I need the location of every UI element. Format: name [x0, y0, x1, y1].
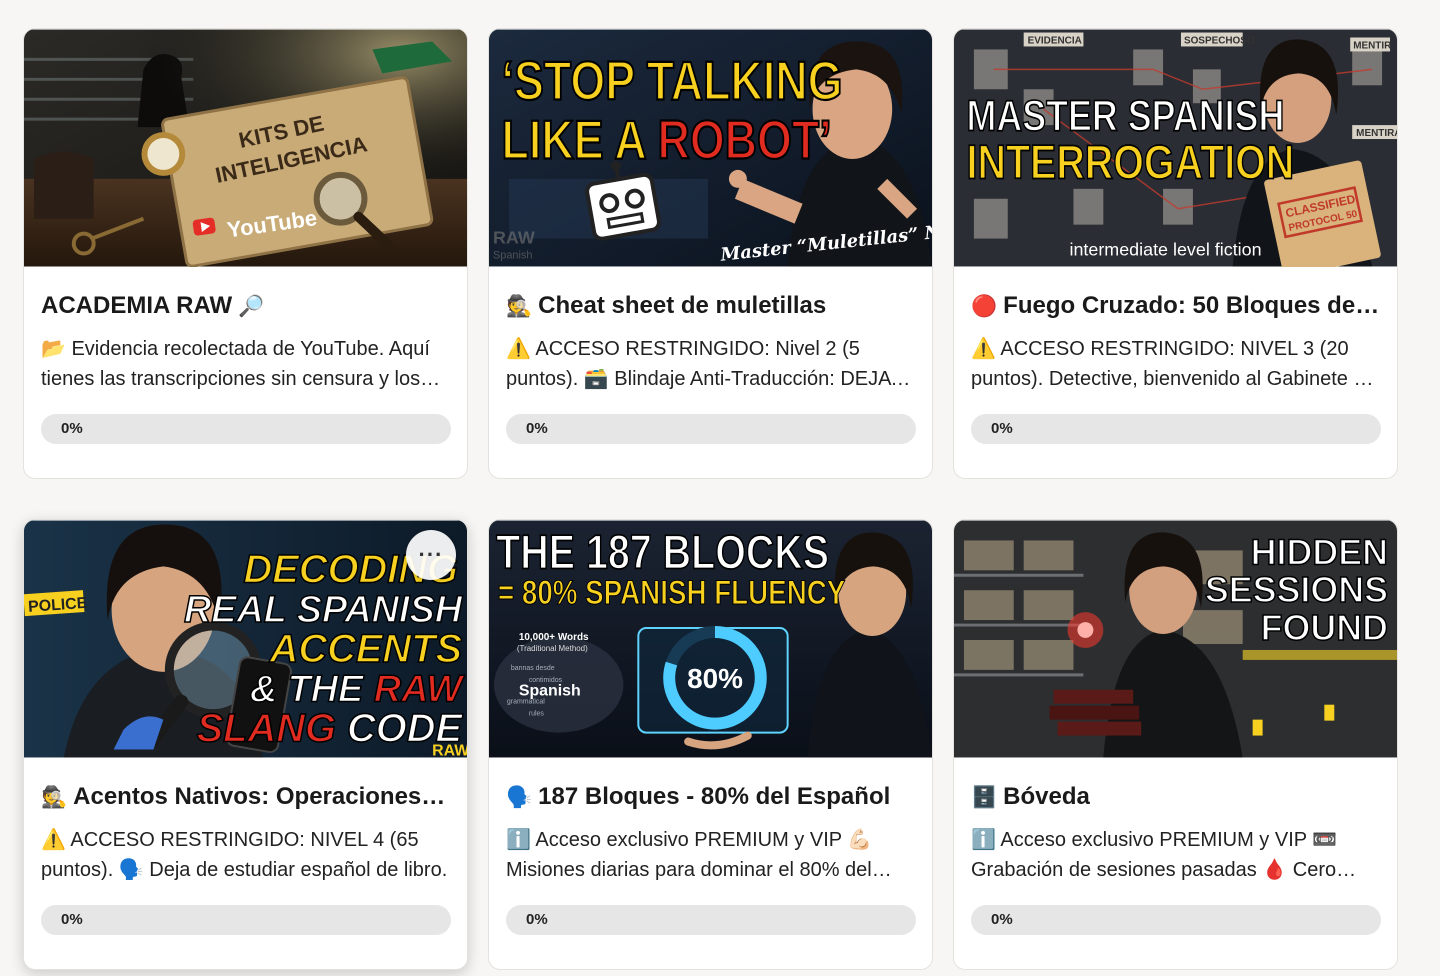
- thumbnail-art-kits-inteligencia: KITS DE INTELIGENCIA YouTube: [24, 29, 467, 267]
- course-title[interactable]: 🗄️ Bóveda: [971, 782, 1381, 812]
- svg-text:Spanish: Spanish: [519, 683, 581, 700]
- svg-text:(Traditional Method): (Traditional Method): [517, 644, 588, 653]
- svg-text:LIKE A ROBOT’: LIKE A ROBOT’: [502, 109, 832, 170]
- thumbnail-art-stop-talking-like-a-robot: ‘STOP TALKING LIKE A ROBOT’ Master “Mule…: [489, 29, 932, 267]
- svg-text:ACCENTS: ACCENTS: [269, 627, 463, 671]
- course-title[interactable]: ACADEMIA RAW 🔎: [41, 291, 451, 321]
- svg-text:& THE RAW: & THE RAW: [250, 669, 465, 711]
- course-card-187-bloques[interactable]: THE 187 BLOCKS = 80% SPANISH FLUENCY ban…: [488, 519, 933, 970]
- svg-text:RAW: RAW: [493, 228, 535, 248]
- course-card-acentos-nativos[interactable]: POLICE DECODING REAL SPANISH ACCENTS & T…: [23, 519, 468, 970]
- progress-label: 0%: [526, 911, 548, 928]
- thumbnail-art-master-spanish-interrogation: EVIDENCIA SOSPECHOSO MENTIR MENTIRA NCIA…: [954, 29, 1397, 267]
- svg-text:FOUND: FOUND: [1261, 608, 1388, 648]
- course-title[interactable]: 🕵️ Acentos Nativos: Operaciones Encubier…: [41, 782, 451, 812]
- progress-label: 0%: [61, 420, 83, 437]
- svg-text:MASTER SPANISH: MASTER SPANISH: [967, 92, 1285, 140]
- progress-label: 0%: [526, 420, 548, 437]
- svg-text:10,000+ Words: 10,000+ Words: [519, 632, 589, 643]
- course-thumbnail[interactable]: EVIDENCIA SOSPECHOSO MENTIR MENTIRA NCIA…: [954, 29, 1397, 267]
- svg-text:MENTIR: MENTIR: [1353, 40, 1391, 51]
- svg-text:MENTIRA: MENTIRA: [1356, 128, 1397, 139]
- file-cabinet-icon: 🗄️: [971, 785, 998, 809]
- speaking-head-icon: 🗣️: [506, 785, 533, 809]
- course-description: ℹ️ Acceso exclusivo PREMIUM y VIP 💪🏻 Mis…: [506, 829, 873, 881]
- course-title[interactable]: 🗣️ 187 Bloques - 80% del Español: [506, 782, 916, 812]
- course-card-boveda[interactable]: HIDDEN SESSIONS FOUND 🗄️ Bóveda ℹ️ Acces…: [953, 519, 1398, 970]
- svg-text:80%: 80%: [687, 663, 743, 694]
- course-description: 📂 Evidencia recolectada de YouTube. Aquí…: [41, 338, 430, 390]
- progress-bar: 0%: [41, 414, 451, 444]
- course-card-fuego-cruzado[interactable]: EVIDENCIA SOSPECHOSO MENTIR MENTIRA NCIA…: [953, 28, 1398, 479]
- progress-label: 0%: [991, 420, 1013, 437]
- course-description: ⚠️ ACCESO RESTRINGIDO: NIVEL 4 (65 punto…: [41, 829, 448, 881]
- progress-bar: 0%: [971, 905, 1381, 935]
- course-thumbnail[interactable]: KITS DE INTELIGENCIA YouTube: [24, 29, 467, 267]
- svg-text:HIDDEN: HIDDEN: [1251, 532, 1388, 572]
- thumbnail-art-187-blocks: THE 187 BLOCKS = 80% SPANISH FLUENCY ban…: [489, 520, 932, 758]
- course-thumbnail[interactable]: ‘STOP TALKING LIKE A ROBOT’ Master “Mule…: [489, 29, 932, 267]
- svg-text:REAL SPANISH: REAL SPANISH: [184, 589, 463, 631]
- svg-text:rules: rules: [529, 711, 545, 718]
- course-description: ⚠️ ACCESO RESTRINGIDO: Nivel 2 (5 puntos…: [506, 338, 891, 390]
- detective-icon: 🕵️: [41, 785, 68, 809]
- course-title[interactable]: 🔴 Fuego Cruzado: 50 Bloques de Interroga…: [971, 291, 1381, 321]
- svg-text:RAW: RAW: [432, 742, 467, 758]
- course-description: ⚠️ ACCESO RESTRINGIDO: NIVEL 3 (20 punto…: [971, 338, 1376, 390]
- progress-bar: 0%: [506, 414, 916, 444]
- thumbnail-art-decoding-real-spanish-accents: POLICE DECODING REAL SPANISH ACCENTS & T…: [24, 520, 467, 758]
- course-thumbnail[interactable]: HIDDEN SESSIONS FOUND: [954, 520, 1397, 758]
- course-grid: KITS DE INTELIGENCIA YouTube ACADEMIA RA…: [23, 28, 1398, 970]
- course-thumbnail[interactable]: THE 187 BLOCKS = 80% SPANISH FLUENCY ban…: [489, 520, 932, 758]
- svg-text:intermediate level fiction: intermediate level fiction: [1069, 240, 1261, 260]
- course-description: ℹ️ Acceso exclusivo PREMIUM y VIP 📼 Grab…: [971, 829, 1338, 881]
- red-circle-icon: 🔴: [971, 294, 998, 318]
- detective-icon: 🕵️: [506, 294, 533, 318]
- svg-text:grammatical: grammatical: [507, 699, 545, 706]
- magnifying-glass-icon: 🔎: [238, 294, 265, 318]
- svg-text:bannas desde: bannas desde: [511, 665, 555, 672]
- progress-label: 0%: [61, 911, 83, 928]
- svg-text:SESSIONS: SESSIONS: [1205, 570, 1388, 610]
- course-card-academia-raw[interactable]: KITS DE INTELIGENCIA YouTube ACADEMIA RA…: [23, 28, 468, 479]
- progress-bar: 0%: [971, 414, 1381, 444]
- svg-text:INTERROGATION: INTERROGATION: [967, 136, 1295, 190]
- svg-text:= 80% SPANISH FLUENCY: = 80% SPANISH FLUENCY: [498, 573, 846, 611]
- course-thumbnail[interactable]: POLICE DECODING REAL SPANISH ACCENTS & T…: [24, 520, 467, 758]
- svg-text:SLANG CODE: SLANG CODE: [197, 707, 464, 751]
- svg-text:Spanish: Spanish: [493, 250, 533, 262]
- svg-text:THE 187 BLOCKS: THE 187 BLOCKS: [496, 526, 829, 580]
- progress-bar: 0%: [41, 905, 451, 935]
- svg-text:EVIDENCIA: EVIDENCIA: [1028, 35, 1082, 46]
- svg-text:‘STOP TALKING: ‘STOP TALKING: [502, 50, 843, 111]
- thumbnail-art-hidden-sessions-found: HIDDEN SESSIONS FOUND: [954, 520, 1397, 758]
- more-options-button[interactable]: ···: [406, 530, 456, 580]
- progress-bar: 0%: [506, 905, 916, 935]
- course-title[interactable]: 🕵️ Cheat sheet de muletillas: [506, 291, 916, 321]
- course-card-cheat-sheet-muletillas[interactable]: ‘STOP TALKING LIKE A ROBOT’ Master “Mule…: [488, 28, 933, 479]
- more-dots-icon: ···: [418, 542, 444, 567]
- progress-label: 0%: [991, 911, 1013, 928]
- svg-text:SOSPECHOSO: SOSPECHOSO: [1184, 35, 1255, 46]
